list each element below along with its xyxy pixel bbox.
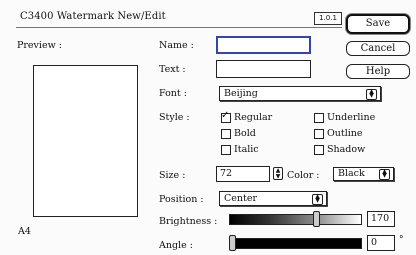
degree-unit: °	[399, 235, 404, 245]
style-bold-checkbox[interactable]: Bold	[221, 128, 256, 139]
angle-slider-thumb[interactable]	[229, 235, 236, 251]
style-outline-checkbox[interactable]: Outline	[314, 128, 363, 139]
checkbox-icon	[314, 128, 324, 139]
size-stepper-icon[interactable]: ▲ ▼	[273, 167, 283, 180]
angle-slider[interactable]	[229, 238, 362, 249]
updown-arrow-icon: ▲ ▼	[379, 169, 390, 180]
color-label: Color :	[287, 170, 320, 181]
updown-arrow-icon: ▲ ▼	[312, 194, 323, 205]
style-underline-checkbox[interactable]: Underline	[314, 112, 375, 123]
window-title: C3400 Watermark New/Edit	[20, 11, 166, 22]
text-field[interactable]	[216, 60, 311, 78]
style-shadow-checkbox[interactable]: Shadow	[314, 144, 365, 155]
cancel-button[interactable]: Cancel	[346, 41, 410, 56]
style-italic-checkbox[interactable]: Italic	[221, 144, 259, 155]
title-divider	[16, 27, 342, 28]
name-label: Name :	[159, 40, 194, 51]
angle-value-field[interactable]: 0	[367, 235, 395, 251]
brightness-slider-thumb[interactable]	[313, 211, 320, 227]
save-button[interactable]: Save	[346, 14, 410, 34]
color-select-value: Black	[338, 168, 365, 179]
checkbox-icon	[221, 144, 231, 155]
size-field[interactable]: 72	[216, 166, 270, 182]
style-underline-label: Underline	[327, 112, 376, 123]
style-regular-label: Regular	[234, 112, 273, 123]
style-bold-label: Bold	[234, 128, 256, 139]
brightness-slider[interactable]	[229, 214, 362, 225]
font-select[interactable]: Beijing ▲ ▼	[219, 86, 381, 101]
name-field[interactable]	[216, 36, 311, 54]
checkbox-icon	[314, 112, 324, 123]
checkbox-icon	[314, 144, 324, 155]
position-label: Position :	[159, 194, 204, 205]
style-label: Style :	[159, 112, 190, 123]
help-button[interactable]: Help	[346, 64, 410, 79]
style-outline-label: Outline	[327, 128, 363, 139]
preview-page	[33, 65, 138, 217]
checkbox-checked-icon	[221, 110, 231, 123]
angle-label: Angle :	[159, 240, 193, 251]
checkbox-icon	[221, 128, 231, 139]
position-select[interactable]: Center ▲ ▼	[219, 191, 327, 206]
updown-arrow-icon: ▲ ▼	[366, 89, 377, 100]
version-badge: 1.0.1	[314, 12, 342, 25]
position-select-value: Center	[224, 193, 257, 204]
preview-label: Preview :	[17, 40, 62, 51]
style-shadow-label: Shadow	[327, 144, 366, 155]
paper-size-label: A4	[18, 226, 31, 237]
style-italic-label: Italic	[234, 144, 259, 155]
brightness-value-field[interactable]: 170	[367, 211, 395, 227]
font-select-value: Beijing	[224, 88, 258, 99]
text-label: Text :	[159, 64, 186, 75]
style-regular-checkbox[interactable]: Regular	[221, 110, 273, 123]
brightness-label: Brightness :	[159, 216, 218, 227]
color-select[interactable]: Black ▲ ▼	[333, 167, 394, 181]
font-label: Font :	[159, 88, 187, 99]
size-label: Size :	[159, 170, 186, 181]
